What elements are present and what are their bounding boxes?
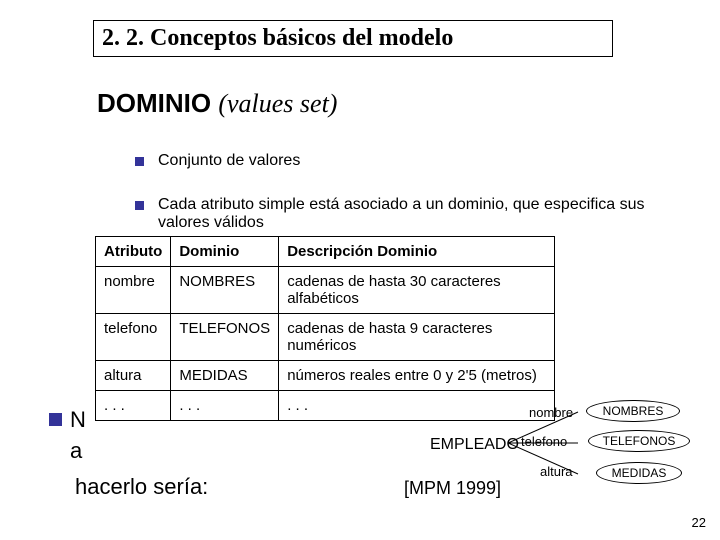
bullet-1-text: Conjunto de valores: [158, 152, 300, 170]
cell-dominio: MEDIDAS: [171, 361, 279, 391]
cell-atributo: nombre: [96, 267, 171, 314]
cell-desc: cadenas de hasta 30 caracteres alfabétic…: [279, 267, 555, 314]
th-dominio: Dominio: [171, 237, 279, 267]
title-main: DOMINIO: [97, 88, 211, 118]
text-fragment: N: [70, 407, 86, 433]
th-descripcion: Descripción Dominio: [279, 237, 555, 267]
cell-dominio: . . .: [171, 391, 279, 421]
oval-medidas: MEDIDAS: [596, 462, 682, 484]
bullet-square-icon: [135, 201, 144, 210]
slide-title: DOMINIO (values set): [97, 88, 337, 119]
table-row: nombre NOMBRES cadenas de hasta 30 carac…: [96, 267, 555, 314]
bullet-1: Conjunto de valores: [135, 152, 690, 170]
cell-atributo: . . .: [96, 391, 171, 421]
th-atributo: Atributo: [96, 237, 171, 267]
text-fragment: hacerlo sería:: [75, 474, 208, 500]
table-row: . . . . . . . . .: [96, 391, 555, 421]
cell-desc: cadenas de hasta 9 caracteres numéricos: [279, 314, 555, 361]
entity-label: EMPLEADO: [430, 436, 519, 454]
table-row: telefono TELEFONOS cadenas de hasta 9 ca…: [96, 314, 555, 361]
domain-table: Atributo Dominio Descripción Dominio nom…: [95, 236, 555, 421]
cell-atributo: altura: [96, 361, 171, 391]
page-number: 22: [692, 515, 706, 530]
citation: [MPM 1999]: [404, 478, 501, 499]
oval-nombres: NOMBRES: [586, 400, 680, 422]
cell-desc: números reales entre 0 y 2'5 (metros): [279, 361, 555, 391]
section-heading: 2. 2. Conceptos básicos del modelo: [93, 20, 613, 57]
cell-atributo: telefono: [96, 314, 171, 361]
title-paren: (values set): [218, 89, 337, 118]
attr-nombre: nombre: [529, 405, 573, 420]
cell-dominio: NOMBRES: [171, 267, 279, 314]
bullet-2-text: Cada atributo simple está asociado a un …: [158, 196, 690, 232]
attr-altura: altura: [540, 464, 573, 479]
bullet-square-icon: [135, 157, 144, 166]
bullet-square-icon: [49, 413, 62, 426]
table-header-row: Atributo Dominio Descripción Dominio: [96, 237, 555, 267]
bullet-2: Cada atributo simple está asociado a un …: [135, 196, 690, 232]
attr-telefono: telefono: [521, 434, 567, 449]
cell-dominio: TELEFONOS: [171, 314, 279, 361]
text-fragment: a: [70, 438, 82, 464]
table-row: altura MEDIDAS números reales entre 0 y …: [96, 361, 555, 391]
oval-telefonos: TELEFONOS: [588, 430, 690, 452]
